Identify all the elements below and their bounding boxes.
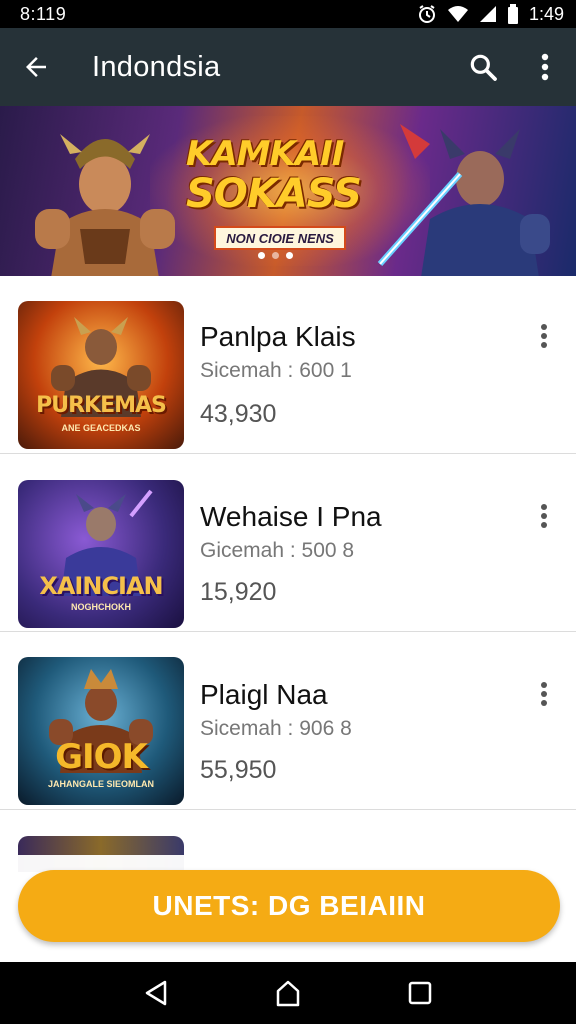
back-button[interactable]	[0, 28, 72, 106]
item-more-button[interactable]	[524, 316, 564, 356]
carousel-dot[interactable]	[258, 252, 265, 259]
item-title: Wehaise I Pna	[200, 501, 382, 532]
game-thumbnail: GIOK JAHANGALE SIEOMLAN	[18, 657, 184, 805]
overflow-menu-button[interactable]	[514, 28, 576, 106]
list-item[interactable]: XAINCIAN NOGHCHOKH Wehaise I Pna Gicemah…	[0, 454, 576, 632]
thumbnail-logo-text: GIOK	[55, 737, 148, 777]
signal-icon	[479, 5, 497, 23]
item-count: 43,930	[200, 400, 277, 428]
item-title: Plaigl Naa	[200, 679, 328, 710]
nav-home-icon	[276, 980, 300, 1007]
game-thumbnail: PURKEMAS ANE GEACEDKAS	[18, 301, 184, 449]
wifi-icon	[447, 5, 469, 23]
nav-recents-button[interactable]	[390, 962, 450, 1024]
thumbnail-logo-text: PURKEMAS	[36, 393, 167, 418]
item-title: Panlpa Klais	[200, 321, 356, 352]
battery-icon	[507, 4, 519, 24]
item-meta: Gicemah : 500 8	[200, 539, 355, 562]
system-nav-bar	[0, 962, 576, 1024]
back-arrow-icon	[26, 57, 46, 77]
thumbnail-subtext: NOGHCHOKH	[71, 602, 131, 612]
item-meta: Sicemah : 600 1	[200, 359, 352, 382]
status-bar: 8:119 1:49	[0, 0, 576, 28]
nav-back-button[interactable]	[126, 962, 186, 1024]
thumbnail-logo-text: XAINCIAN	[39, 572, 163, 600]
more-vert-icon	[541, 504, 547, 528]
alarm-icon	[417, 4, 437, 24]
item-meta: Sicemah : 906 8	[200, 717, 352, 740]
nav-home-button[interactable]	[258, 962, 318, 1024]
status-time-left: 8:119	[20, 3, 67, 24]
carousel-dot[interactable]	[272, 252, 279, 259]
carousel-dot[interactable]	[286, 252, 293, 259]
item-more-button[interactable]	[524, 496, 564, 536]
nav-recents-icon	[408, 981, 432, 1005]
page-title: Indondsia	[92, 50, 221, 83]
banner-title-line1: KAMKAII	[186, 134, 344, 174]
more-vert-icon	[541, 682, 547, 706]
search-button[interactable]	[452, 28, 514, 106]
carousel-indicator	[258, 252, 293, 259]
item-more-button[interactable]	[524, 674, 564, 714]
search-icon	[470, 54, 497, 81]
game-thumbnail: XAINCIAN NOGHCHOKH	[18, 480, 184, 628]
app-bar: Indondsia	[0, 28, 576, 106]
more-vert-icon	[541, 324, 547, 348]
promo-banner[interactable]: KAMKAII SOKASS NON CIOIE NENS	[0, 106, 576, 276]
banner-title-line2: SOKASS	[186, 171, 362, 217]
status-time-right: 1:49	[528, 3, 564, 24]
item-count: 15,920	[200, 578, 277, 606]
banner-hero-left-image	[35, 134, 175, 276]
banner-subtitle: NON CIOIE NENS	[214, 226, 346, 250]
primary-cta-button[interactable]: UNETS: DG BEIAIIN	[18, 870, 560, 942]
nav-back-icon	[145, 980, 167, 1006]
banner-hero-right-image	[377, 124, 550, 276]
thumbnail-subtext: JAHANGALE SIEOMLAN	[47, 779, 154, 789]
list-item[interactable]: PURKEMAS ANE GEACEDKAS Panlpa Klais Sice…	[0, 276, 576, 454]
more-vert-icon	[541, 53, 549, 81]
thumbnail-subtext: ANE GEACEDKAS	[61, 423, 141, 433]
list-item[interactable]: GIOK JAHANGALE SIEOMLAN Plaigl Naa Sicem…	[0, 632, 576, 810]
item-count: 55,950	[200, 756, 277, 784]
status-icons: 1:49	[417, 4, 564, 25]
